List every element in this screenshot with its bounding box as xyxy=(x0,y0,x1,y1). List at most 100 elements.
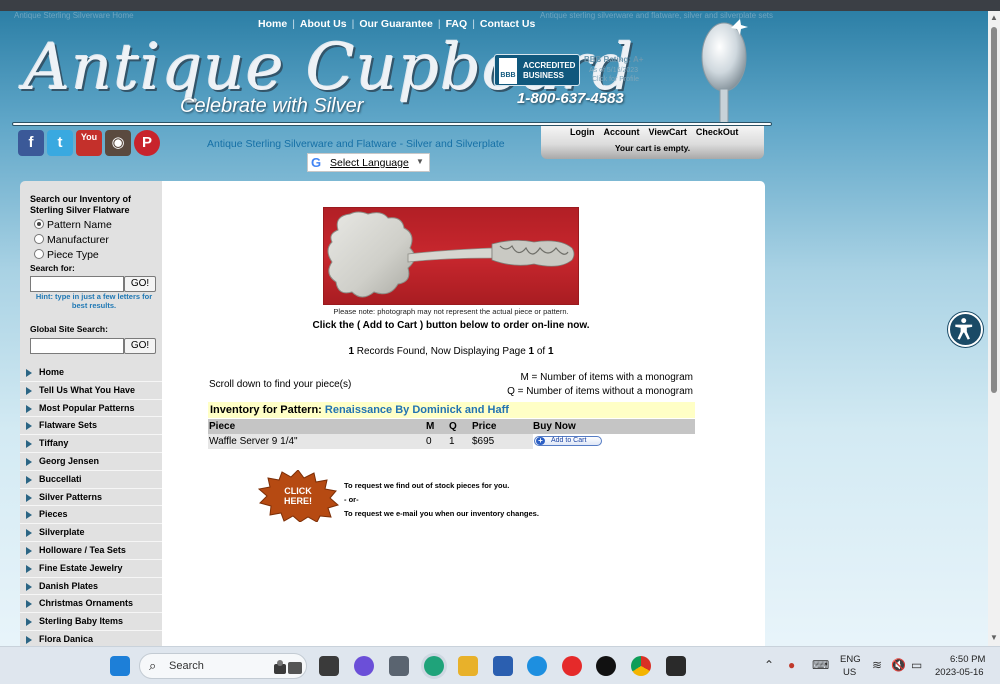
inventory-search-input[interactable] xyxy=(30,276,124,292)
tray-time[interactable]: 6:50 PM xyxy=(950,654,985,665)
edge-icon[interactable] xyxy=(424,656,444,676)
radio-pattern-name[interactable]: Pattern Name xyxy=(34,219,112,231)
search-title: Search our Inventory of Sterling Silver … xyxy=(30,194,132,215)
youtube-icon[interactable]: You xyxy=(76,130,102,156)
sidebar-item-buccellati[interactable]: Buccellati xyxy=(20,471,162,489)
global-search-input[interactable] xyxy=(30,338,124,354)
language-selector[interactable]: G Select Language ▼ xyxy=(307,153,430,172)
dropdown-arrow-icon: ▼ xyxy=(416,157,424,166)
meet-icon[interactable] xyxy=(354,656,374,676)
product-photo xyxy=(323,207,579,305)
sidebar-item-most-popular-patterns[interactable]: Most Popular Patterns xyxy=(20,400,162,418)
sidebar-item-pieces[interactable]: Pieces xyxy=(20,506,162,525)
pattern-name[interactable]: Renaissance By Dominick and Haff xyxy=(325,404,509,416)
nav-faq[interactable]: FAQ xyxy=(446,18,468,30)
tray-keyboard-icon[interactable]: ⌨ xyxy=(812,658,829,672)
taskbar-search[interactable]: ⌕ Search xyxy=(139,653,307,679)
sidebar-item-holloware-tea-sets[interactable]: Holloware / Tea Sets xyxy=(20,542,162,560)
file-explorer-icon[interactable] xyxy=(458,656,478,676)
youtube-music-icon[interactable] xyxy=(562,656,582,676)
scrollbar-thumb[interactable] xyxy=(991,27,997,393)
bookmarks-bar xyxy=(0,0,1000,11)
request-out-of-stock[interactable]: To request we find out of stock pieces f… xyxy=(344,481,509,490)
view-cart-link[interactable]: ViewCart xyxy=(649,127,687,137)
sidebar-item-label: Georg Jensen xyxy=(39,455,100,466)
radio-piece-type[interactable]: Piece Type xyxy=(34,249,99,261)
pinterest-icon[interactable]: P xyxy=(134,130,160,156)
windows-start-icon[interactable] xyxy=(110,656,130,676)
sidebar-item-fine-estate-jewelry[interactable]: Fine Estate Jewelry xyxy=(20,560,162,578)
scroll-up-icon[interactable]: ▲ xyxy=(990,13,998,22)
chrome-icon[interactable] xyxy=(631,656,651,676)
sidebar-item-silver-patterns[interactable]: Silver Patterns xyxy=(20,489,162,507)
global-search-label: Global Site Search: xyxy=(30,324,108,334)
nav-contact-us[interactable]: Contact Us xyxy=(480,18,535,30)
sidebar-item-georg-jensen[interactable]: Georg Jensen xyxy=(20,453,162,471)
accessibility-icon[interactable] xyxy=(948,312,983,347)
wifi-icon[interactable]: ≋ xyxy=(872,658,882,672)
sidebar-item-sterling-baby-items[interactable]: Sterling Baby Items xyxy=(20,613,162,631)
bbb-badge[interactable]: BBB ACCREDITED BUSINESS xyxy=(494,54,580,86)
click-here-line1: CLICK xyxy=(284,486,312,496)
sidebar-item-label: Pieces xyxy=(39,509,68,520)
inventory-go-button[interactable]: GO! xyxy=(124,276,156,292)
scroll-note: Scroll down to find your piece(s) xyxy=(209,379,352,390)
table-row: Waffle Server 9 1/4" 0 1 $695 + Add to Ca… xyxy=(208,434,695,449)
tiktok-icon[interactable] xyxy=(596,656,616,676)
sidebar-item-tiffany[interactable]: Tiffany xyxy=(20,435,162,453)
bbb-rating: BBB Rating: A+ xyxy=(584,55,644,64)
tray-overflow-icon[interactable]: ⌃ xyxy=(764,658,774,672)
arrow-right-icon xyxy=(26,635,32,644)
login-link[interactable]: Login xyxy=(570,127,595,137)
sidebar-item-label: Christmas Ornaments xyxy=(39,598,134,609)
task-view-icon[interactable] xyxy=(319,656,339,676)
sidebar-item-tell-us-what-you-have[interactable]: Tell Us What You Have xyxy=(20,382,162,400)
bbb-icon: BBB xyxy=(499,58,517,84)
twitter-icon[interactable]: t xyxy=(47,130,73,156)
request-inventory-email[interactable]: To request we e-mail you when our invent… xyxy=(344,509,539,518)
checkout-link[interactable]: CheckOut xyxy=(696,127,739,137)
nav-about-us[interactable]: About Us xyxy=(300,18,347,30)
sidebar-item-home[interactable]: Home xyxy=(20,364,162,382)
order-instructions: Click the ( Add to Cart ) button below t… xyxy=(312,320,590,331)
add-to-cart-button[interactable]: + Add to Cart xyxy=(534,436,602,446)
facebook-icon[interactable]: f xyxy=(18,130,44,156)
global-go-button[interactable]: GO! xyxy=(124,338,156,354)
store-icon[interactable] xyxy=(493,656,513,676)
battery-icon[interactable]: ▭ xyxy=(911,658,922,672)
page-scrollbar[interactable]: ▲ ▼ xyxy=(988,11,1000,646)
tray-region[interactable]: US xyxy=(843,667,856,678)
click-here-button[interactable]: CLICK HERE! xyxy=(257,470,339,522)
volume-muted-icon[interactable]: 🔇 xyxy=(891,658,906,672)
sidebar-item-label: Danish Plates xyxy=(39,580,99,591)
sidebar-item-flora-danica[interactable]: Flora Danica xyxy=(20,631,162,646)
phone-number: 1-800-637-4583 xyxy=(517,90,624,107)
tray-date[interactable]: 2023-05-16 xyxy=(935,667,984,678)
legend-no-monogram: Q = Number of items without a monogram xyxy=(507,386,693,397)
arrow-right-icon xyxy=(26,404,32,413)
nav-our-guarantee[interactable]: Our Guarantee xyxy=(359,18,433,30)
radio-manufacturer[interactable]: Manufacturer xyxy=(34,234,109,246)
top-home-link[interactable]: Antique Sterling Silverware Home xyxy=(14,11,134,20)
app-icon[interactable] xyxy=(527,656,547,676)
records-found: 1 Records Found, Now Displaying Page 1 o… xyxy=(348,346,554,357)
cell-price: $695 xyxy=(472,436,495,447)
arrow-right-icon xyxy=(26,457,32,466)
instagram-icon[interactable]: ◉ xyxy=(105,130,131,156)
tray-security-icon[interactable]: ● xyxy=(788,658,795,672)
sidebar-item-silverplate[interactable]: Silverplate xyxy=(20,524,162,542)
sidebar-item-flatware-sets[interactable]: Flatware Sets xyxy=(20,417,162,436)
sidebar-item-label: Most Popular Patterns xyxy=(39,402,135,413)
nav-home[interactable]: Home xyxy=(258,18,287,30)
arrow-right-icon xyxy=(26,546,32,555)
calculator-icon[interactable] xyxy=(389,656,409,676)
pattern-header: Inventory for Pattern: Renaissance By Do… xyxy=(208,402,695,418)
scroll-down-icon[interactable]: ▼ xyxy=(990,633,998,642)
header-m: M xyxy=(426,421,435,432)
tray-language[interactable]: ENG xyxy=(840,654,861,665)
bbb-profile-link[interactable]: Click for Profile xyxy=(592,76,639,83)
sidebar-item-christmas-ornaments[interactable]: Christmas Ornaments xyxy=(20,595,162,614)
adobe-icon[interactable] xyxy=(666,656,686,676)
sidebar-item-danish-plates[interactable]: Danish Plates xyxy=(20,578,162,596)
account-link[interactable]: Account xyxy=(604,127,640,137)
